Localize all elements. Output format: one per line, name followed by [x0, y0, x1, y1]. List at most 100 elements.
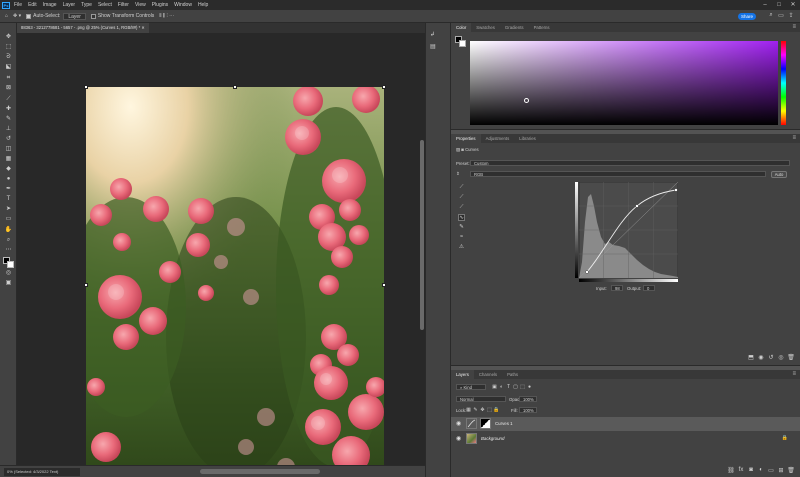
vertical-scrollbar[interactable] — [420, 140, 424, 330]
menu-view[interactable]: View — [135, 2, 146, 8]
curve-pencil-icon[interactable]: ✎ — [458, 224, 465, 231]
lock-image-icon[interactable]: ✎ — [472, 407, 479, 413]
layer-name[interactable]: Curves 1 — [495, 421, 513, 426]
path-select-tool-icon[interactable]: ➤ — [3, 205, 14, 213]
target-adjust-icon[interactable]: ⇕ — [456, 171, 460, 177]
crop-tool-icon[interactable]: ⌗ — [3, 74, 14, 82]
filter-type-icon[interactable]: T — [505, 384, 512, 390]
status-text[interactable]: 0% (Selected: 4/3/2022 Text) — [4, 468, 80, 476]
align-icons[interactable]: ⫴ ⫼ ⫶ ⋯ — [159, 13, 174, 19]
panel-menu-icon[interactable]: ≡ — [792, 134, 796, 143]
marquee-tool-icon[interactable]: ⬚ — [3, 43, 14, 51]
hand-tool-icon[interactable]: ✋ — [3, 226, 14, 234]
transform-handle[interactable] — [382, 85, 386, 89]
type-tool-icon[interactable]: T — [3, 195, 14, 203]
filter-pixel-icon[interactable]: ▣ — [491, 384, 498, 390]
tab-patterns[interactable]: Patterns — [529, 23, 555, 32]
tab-paths[interactable]: Paths — [502, 370, 523, 379]
menu-help[interactable]: Help — [198, 2, 208, 8]
panel-menu-icon[interactable]: ≡ — [792, 370, 796, 379]
rectangle-tool-icon[interactable]: ▭ — [3, 215, 14, 223]
link-layers-icon[interactable]: ⛓ — [726, 467, 736, 474]
document-tab[interactable]: 88363 - 3212778681 - 5657 - .png @ 25% (… — [17, 23, 149, 33]
input-field[interactable]: 98 — [611, 285, 623, 291]
screen-mode-icon[interactable]: ▣ — [3, 279, 14, 287]
home-icon[interactable]: ⌂ — [5, 13, 8, 19]
lock-transparent-icon[interactable]: ▦ — [465, 407, 472, 413]
object-select-tool-icon[interactable]: ⬕ — [3, 63, 14, 71]
layer-mask-thumbnail[interactable] — [480, 418, 491, 429]
color-fg-bg[interactable] — [455, 36, 467, 48]
tab-properties[interactable]: Properties — [451, 134, 481, 143]
quick-mask-icon[interactable]: ◎ — [3, 269, 14, 277]
properties-mini-icon[interactable]: ▤ — [430, 43, 436, 50]
dodge-tool-icon[interactable]: ● — [3, 175, 14, 183]
tab-adjustments[interactable]: Adjustments — [481, 134, 515, 143]
tab-channels[interactable]: Channels — [474, 370, 502, 379]
more-tools-icon[interactable]: ⋯ — [3, 246, 14, 254]
panel-menu-icon[interactable]: ≡ — [792, 23, 796, 32]
filter-adjustment-icon[interactable]: ◐ — [498, 384, 505, 390]
document-image[interactable] — [86, 87, 384, 477]
delete-layer-icon[interactable]: 🗑 — [786, 467, 796, 474]
curve-points-icon[interactable]: ∿ — [458, 214, 465, 221]
auto-select-target-dropdown[interactable]: Layer — [63, 12, 86, 20]
delete-icon[interactable]: 🗑 — [786, 354, 796, 361]
history-brush-icon[interactable]: ↺ — [3, 135, 14, 143]
smooth-curve-icon[interactable]: ≈ — [458, 234, 465, 241]
menu-type[interactable]: Type — [81, 2, 92, 8]
hue-slider[interactable] — [781, 41, 786, 125]
auto-button[interactable]: Auto — [771, 171, 787, 178]
auto-select-option[interactable]: Auto-Select: Layer — [26, 12, 86, 20]
menu-file[interactable]: File — [14, 2, 22, 8]
lock-icon[interactable]: 🔒 — [782, 435, 788, 441]
maximize-icon[interactable]: □ — [772, 0, 786, 10]
eye-icon[interactable]: ◉ — [456, 420, 461, 427]
brush-tool-icon[interactable]: ✎ — [3, 115, 14, 123]
close-tab-icon[interactable]: ✕ — [141, 25, 145, 30]
transform-handle[interactable] — [233, 85, 237, 89]
healing-brush-icon[interactable]: ✚ — [3, 105, 14, 113]
layer-row-curves[interactable]: ◉ Curves 1 — [451, 417, 800, 431]
output-field[interactable]: 0 — [643, 285, 655, 291]
menu-select[interactable]: Select — [98, 2, 112, 8]
view-previous-icon[interactable]: ◉ — [756, 354, 766, 361]
channel-dropdown[interactable]: RGB — [470, 171, 766, 177]
lasso-tool-icon[interactable]: ᘐ — [3, 53, 14, 61]
frame-tool-icon[interactable]: ⊠ — [3, 84, 14, 92]
transform-handle[interactable] — [84, 283, 88, 287]
history-icon[interactable]: ↲ — [430, 31, 435, 38]
layer-filter-dropdown[interactable]: ⌕ Kind — [456, 384, 486, 390]
search-icon[interactable]: ⌕ — [766, 12, 776, 19]
fx-icon[interactable]: fx — [736, 467, 746, 474]
sample-gray-eyedropper-icon[interactable]: ⟋ — [458, 194, 465, 201]
filter-shape-icon[interactable]: ▢ — [512, 384, 519, 390]
pen-tool-icon[interactable]: ✒ — [3, 185, 14, 193]
visibility-icon[interactable]: ◎ — [776, 354, 786, 361]
menu-filter[interactable]: Filter — [118, 2, 129, 8]
move-tool-icon[interactable]: ✥ ▾ — [13, 13, 21, 19]
sample-white-eyedropper-icon[interactable]: ⟋ — [458, 204, 465, 211]
tab-swatches[interactable]: Swatches — [471, 23, 500, 32]
move-tool-icon[interactable]: ✥ — [3, 33, 14, 41]
share-button[interactable]: Share — [738, 13, 756, 20]
close-icon[interactable]: ✕ — [786, 0, 800, 10]
lock-artboard-icon[interactable]: ⬚ — [486, 407, 493, 413]
background-color-swatch[interactable] — [7, 261, 14, 268]
tab-layers[interactable]: Layers — [451, 370, 474, 379]
menu-edit[interactable]: Edit — [28, 2, 37, 8]
clone-stamp-icon[interactable]: ⊥ — [3, 125, 14, 133]
show-transform-option[interactable]: Show Transform Controls — [90, 13, 154, 19]
horizontal-scrollbar[interactable] — [200, 469, 320, 474]
color-saturation-field[interactable] — [470, 41, 778, 125]
new-layer-icon[interactable]: ⊞ — [776, 467, 786, 474]
menu-window[interactable]: Window — [174, 2, 192, 8]
menu-plugins[interactable]: Plugins — [152, 2, 168, 8]
blur-tool-icon[interactable]: ◆ — [3, 165, 14, 173]
clip-to-layer-icon[interactable]: ⬒ — [746, 354, 756, 361]
auto-select-checkbox[interactable] — [26, 13, 32, 19]
filter-smart-icon[interactable]: ⬚ — [519, 384, 526, 390]
curves-graph[interactable] — [579, 182, 678, 278]
fg-bg-colors[interactable] — [3, 257, 15, 269]
gradient-tool-icon[interactable]: ▦ — [3, 155, 14, 163]
